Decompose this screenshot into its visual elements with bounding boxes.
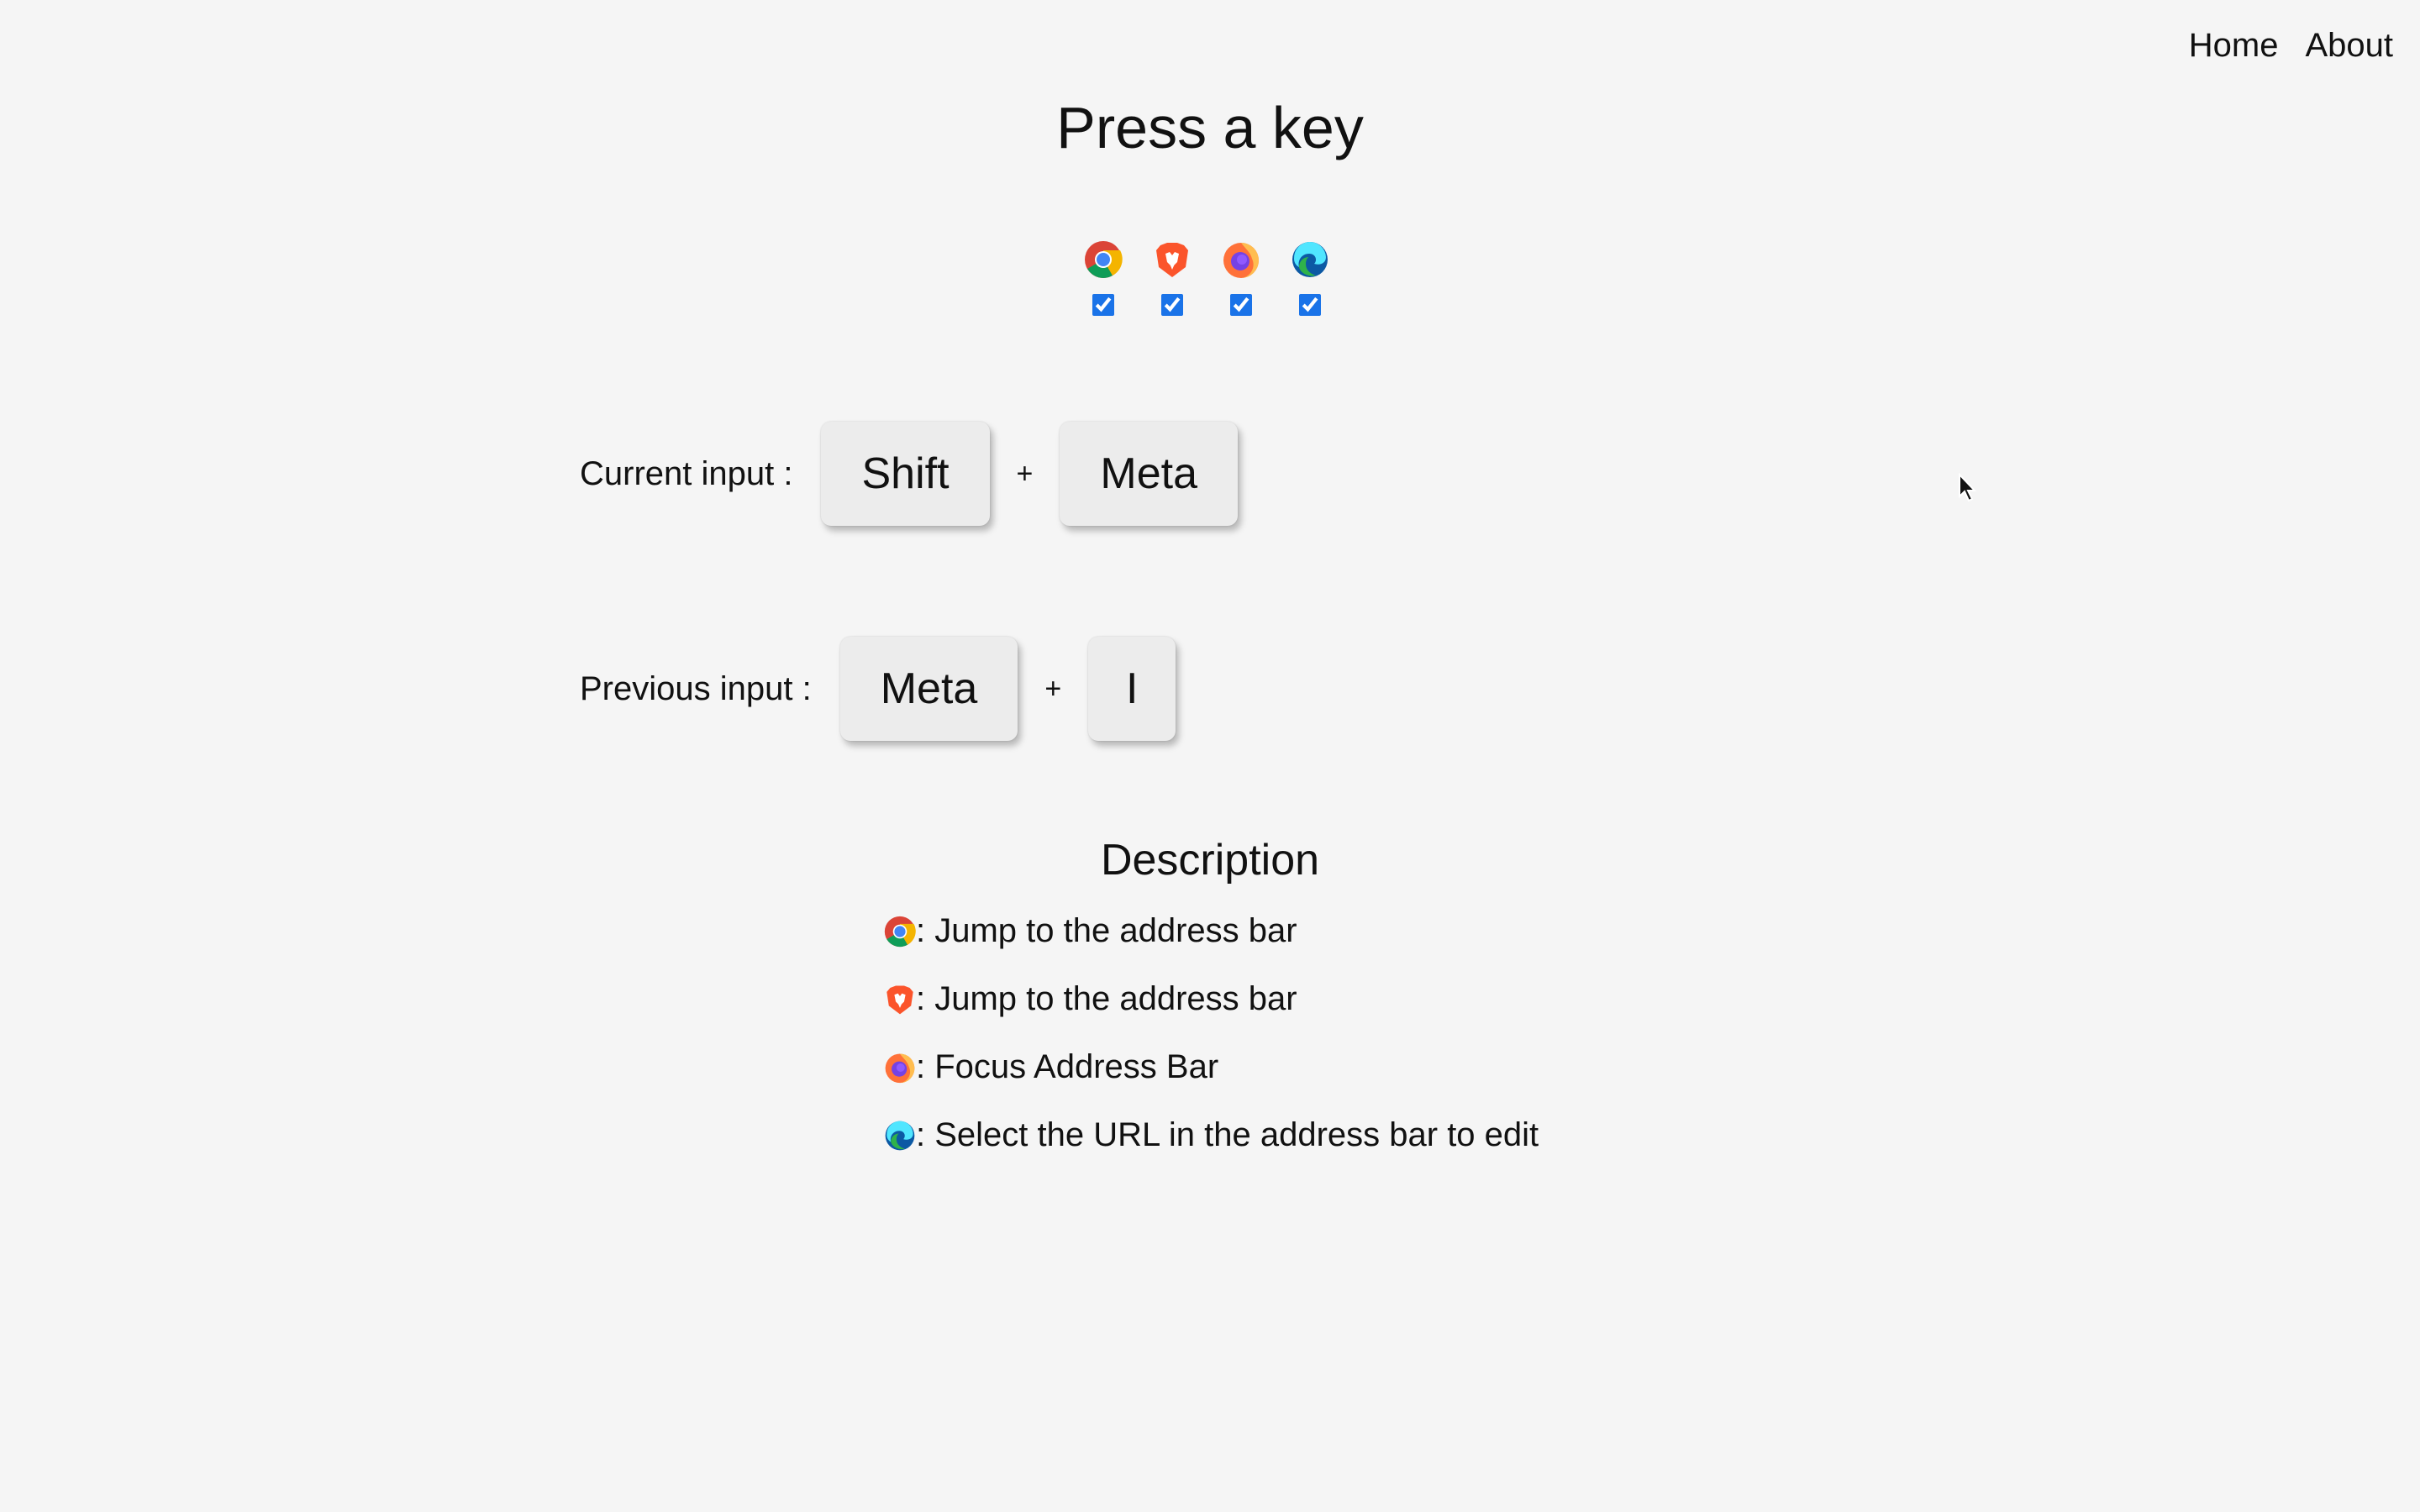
current-key-1: Shift bbox=[821, 422, 990, 526]
page: Home About Press a key Current input: S… bbox=[0, 0, 2420, 1512]
edge-checkbox[interactable] bbox=[1299, 294, 1321, 316]
browser-selector bbox=[1084, 240, 1329, 316]
firefox-checkbox[interactable] bbox=[1230, 294, 1252, 316]
browser-option-brave bbox=[1153, 240, 1192, 316]
previous-input-label: Previous input : bbox=[580, 669, 812, 707]
plus-separator: + bbox=[1044, 672, 1062, 705]
description-text: : Select the URL in the address bar to e… bbox=[916, 1116, 1539, 1153]
previous-key-1: Meta bbox=[839, 637, 1018, 741]
nav-home-link[interactable]: Home bbox=[2189, 27, 2279, 65]
mouse-pointer-icon bbox=[1959, 473, 1977, 502]
previous-key-2: I bbox=[1088, 637, 1176, 741]
description-list: : Jump to the address bar : Jump to the … bbox=[884, 912, 1539, 1184]
edge-icon bbox=[885, 1121, 915, 1151]
description-item-firefox: : Focus Address Bar bbox=[884, 1048, 1539, 1116]
description-item-edge: : Select the URL in the address bar to e… bbox=[884, 1116, 1539, 1184]
chrome-icon bbox=[884, 916, 916, 948]
browser-option-edge bbox=[1291, 240, 1329, 316]
current-input-row: Current input : Shift + Meta bbox=[580, 422, 1238, 526]
chrome-checkbox[interactable] bbox=[1092, 294, 1114, 316]
firefox-icon bbox=[885, 1053, 915, 1084]
description-text: : Jump to the address bar bbox=[916, 912, 1297, 949]
plus-separator: + bbox=[1016, 457, 1034, 490]
current-key-2: Meta bbox=[1060, 422, 1238, 526]
description-text: : Jump to the address bar bbox=[916, 980, 1297, 1017]
page-title: Press a key bbox=[1056, 95, 1364, 160]
description-item-brave: : Jump to the address bar bbox=[884, 980, 1539, 1048]
description-item-chrome: : Jump to the address bar bbox=[884, 912, 1539, 980]
browser-option-chrome bbox=[1084, 240, 1123, 316]
chrome-icon bbox=[1085, 241, 1123, 278]
nav-about-link[interactable]: About bbox=[2305, 27, 2393, 65]
brave-icon bbox=[886, 985, 913, 1015]
description-title: Description bbox=[1100, 836, 1320, 885]
brave-icon bbox=[1156, 243, 1188, 277]
brave-checkbox[interactable] bbox=[1161, 294, 1183, 316]
previous-input-row: Previous input : Meta + I bbox=[580, 637, 1176, 741]
firefox-icon bbox=[1223, 243, 1259, 278]
top-nav: Home About bbox=[2189, 27, 2393, 65]
edge-icon bbox=[1292, 241, 1328, 277]
description-text: : Focus Address Bar bbox=[916, 1048, 1219, 1085]
current-input-label: Current input : bbox=[580, 454, 793, 492]
browser-option-firefox bbox=[1222, 240, 1260, 316]
